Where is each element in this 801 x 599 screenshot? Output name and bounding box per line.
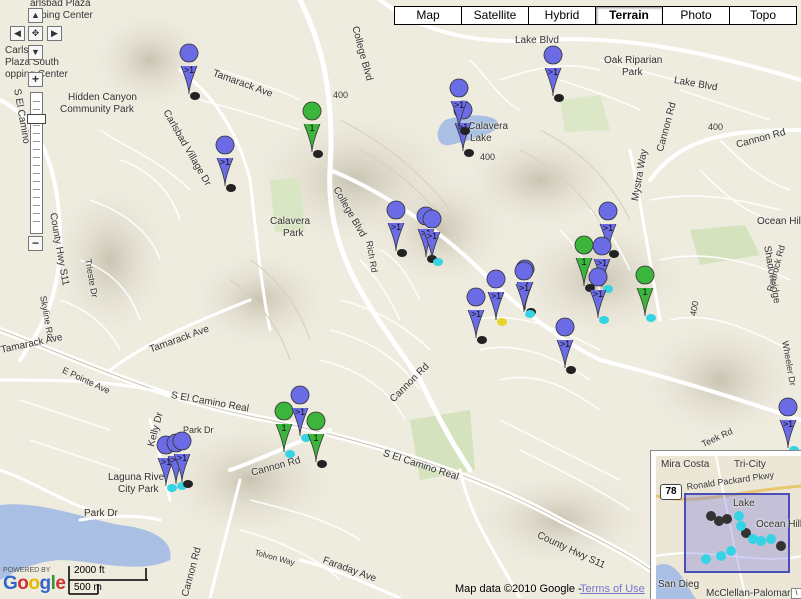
pan-center-button[interactable]: ✥ bbox=[28, 26, 43, 41]
marker-label: >1 bbox=[783, 419, 793, 429]
scale-bar: 2000 ft 500 m bbox=[68, 564, 150, 596]
marker-base-dot bbox=[497, 318, 507, 326]
marker-base-dot bbox=[183, 480, 193, 488]
map-marker-blue[interactable]: >1 bbox=[466, 287, 487, 344]
overview-label-tri-city: Tri-City bbox=[734, 459, 766, 470]
map-marker-blue[interactable]: >1 bbox=[778, 397, 799, 454]
marker-base-dot bbox=[599, 316, 609, 324]
marker-base-dot bbox=[460, 127, 470, 135]
marker-base-dot bbox=[609, 250, 619, 258]
map-marker-green[interactable]: 1 bbox=[635, 265, 656, 322]
overview-map-canvas[interactable]: Mira Costa Tri-City 78 Ronald Packard Pk… bbox=[656, 456, 801, 599]
map-marker-blue[interactable]: >1 bbox=[386, 200, 407, 257]
marker-base-dot bbox=[317, 460, 327, 468]
marker-base-dot bbox=[167, 484, 177, 492]
overview-label-ocean-hill: Ocean Hill bbox=[756, 519, 801, 530]
scale-feet: 2000 ft bbox=[74, 565, 105, 576]
marker-base-dot bbox=[646, 314, 656, 322]
map-marker-blue[interactable]: >1 bbox=[555, 317, 576, 374]
zoom-out-button[interactable]: − bbox=[28, 236, 43, 251]
pan-down-button[interactable]: ▼ bbox=[28, 45, 43, 60]
overview-marker-dot bbox=[734, 511, 744, 521]
overview-marker-dot bbox=[766, 534, 776, 544]
marker-base-dot bbox=[525, 310, 535, 318]
zoom-in-button[interactable]: + bbox=[28, 72, 43, 87]
marker-base-dot bbox=[477, 336, 487, 344]
map-marker-green[interactable]: 1 bbox=[274, 401, 295, 458]
marker-label: >1 bbox=[454, 100, 464, 110]
map-marker-blue[interactable]: >1 bbox=[179, 43, 200, 100]
map-type-terrain[interactable]: Terrain bbox=[595, 6, 663, 25]
map-marker-blue[interactable]: >1 bbox=[215, 135, 236, 192]
marker-base-dot bbox=[397, 249, 407, 257]
scale-meters: 500 m bbox=[74, 582, 102, 593]
overview-marker-dot bbox=[716, 551, 726, 561]
marker-label: >1 bbox=[548, 67, 558, 77]
overview-marker-dot bbox=[736, 521, 746, 531]
overview-marker-dot bbox=[756, 536, 766, 546]
marker-label: >1 bbox=[603, 223, 613, 233]
marker-base-dot bbox=[433, 258, 443, 266]
marker-label: >1 bbox=[220, 157, 230, 167]
overview-label-mcclellan: McClellan-Palomar bbox=[706, 588, 791, 599]
marker-label: >1 bbox=[471, 309, 481, 319]
map-marker-green[interactable]: 1 bbox=[306, 411, 327, 468]
map-marker-blue[interactable]: >1 bbox=[486, 269, 507, 326]
marker-label: >1 bbox=[593, 289, 603, 299]
marker-base-dot bbox=[313, 150, 323, 158]
pan-left-button[interactable]: ◀ bbox=[10, 26, 25, 41]
overview-toggle-button[interactable]: \ bbox=[791, 588, 801, 599]
marker-base-dot bbox=[464, 149, 474, 157]
zoom-slider-thumb[interactable] bbox=[27, 114, 46, 124]
map-marker-green[interactable]: 1 bbox=[302, 101, 323, 158]
marker-base-dot bbox=[226, 184, 236, 192]
overview-marker-dot bbox=[701, 554, 711, 564]
marker-label: >1 bbox=[519, 283, 529, 293]
marker-label: 1 bbox=[281, 423, 286, 433]
marker-base-dot bbox=[566, 366, 576, 374]
marker-label: >1 bbox=[597, 258, 607, 268]
marker-label: >1 bbox=[184, 65, 194, 75]
marker-label: 1 bbox=[309, 123, 314, 133]
overview-marker-dot bbox=[726, 546, 736, 556]
overview-map[interactable]: Mira Costa Tri-City 78 Ronald Packard Pk… bbox=[650, 450, 801, 599]
overview-label-san-diego: San Dieg bbox=[658, 579, 700, 590]
map-type-topo[interactable]: Topo bbox=[729, 6, 797, 25]
marker-label: 1 bbox=[581, 257, 586, 267]
map-type-satellite[interactable]: Satellite bbox=[461, 6, 529, 25]
map-type-map[interactable]: Map bbox=[394, 6, 462, 25]
marker-label: 1 bbox=[642, 287, 647, 297]
marker-label: >1 bbox=[491, 291, 501, 301]
marker-label: >1 bbox=[427, 231, 437, 241]
map-marker-blue[interactable]: >1 bbox=[290, 385, 311, 442]
map-marker-blue[interactable]: >1 bbox=[588, 267, 609, 324]
map-copyright: Map data ©2010 Google - bbox=[455, 583, 582, 595]
terms-of-use-link[interactable]: Terms of Use bbox=[580, 583, 645, 595]
pan-up-button[interactable]: ▲ bbox=[28, 8, 43, 23]
map-type-photo[interactable]: Photo bbox=[662, 6, 730, 25]
overview-label-lake: Lake bbox=[733, 498, 755, 509]
overview-label-mira-costa: Mira Costa bbox=[661, 459, 710, 470]
overview-marker-dot bbox=[776, 541, 786, 551]
map-type-hybrid[interactable]: Hybrid bbox=[528, 6, 596, 25]
google-logo[interactable]: Google bbox=[3, 573, 66, 595]
overview-marker-dot bbox=[722, 514, 732, 524]
marker-label: >1 bbox=[391, 222, 401, 232]
pan-right-button[interactable]: ▶ bbox=[47, 26, 62, 41]
marker-label: >1 bbox=[177, 453, 187, 463]
marker-label: 1 bbox=[313, 433, 318, 443]
marker-label: >1 bbox=[560, 339, 570, 349]
marker-label: >1 bbox=[295, 407, 305, 417]
overview-hwy-78-shield: 78 bbox=[660, 484, 682, 500]
marker-base-dot bbox=[285, 450, 295, 458]
map-marker-blue[interactable]: >1 bbox=[543, 45, 564, 102]
marker-base-dot bbox=[554, 94, 564, 102]
map-type-control: Map Satellite Hybrid Terrain Photo Topo bbox=[394, 6, 797, 25]
marker-base-dot bbox=[190, 92, 200, 100]
